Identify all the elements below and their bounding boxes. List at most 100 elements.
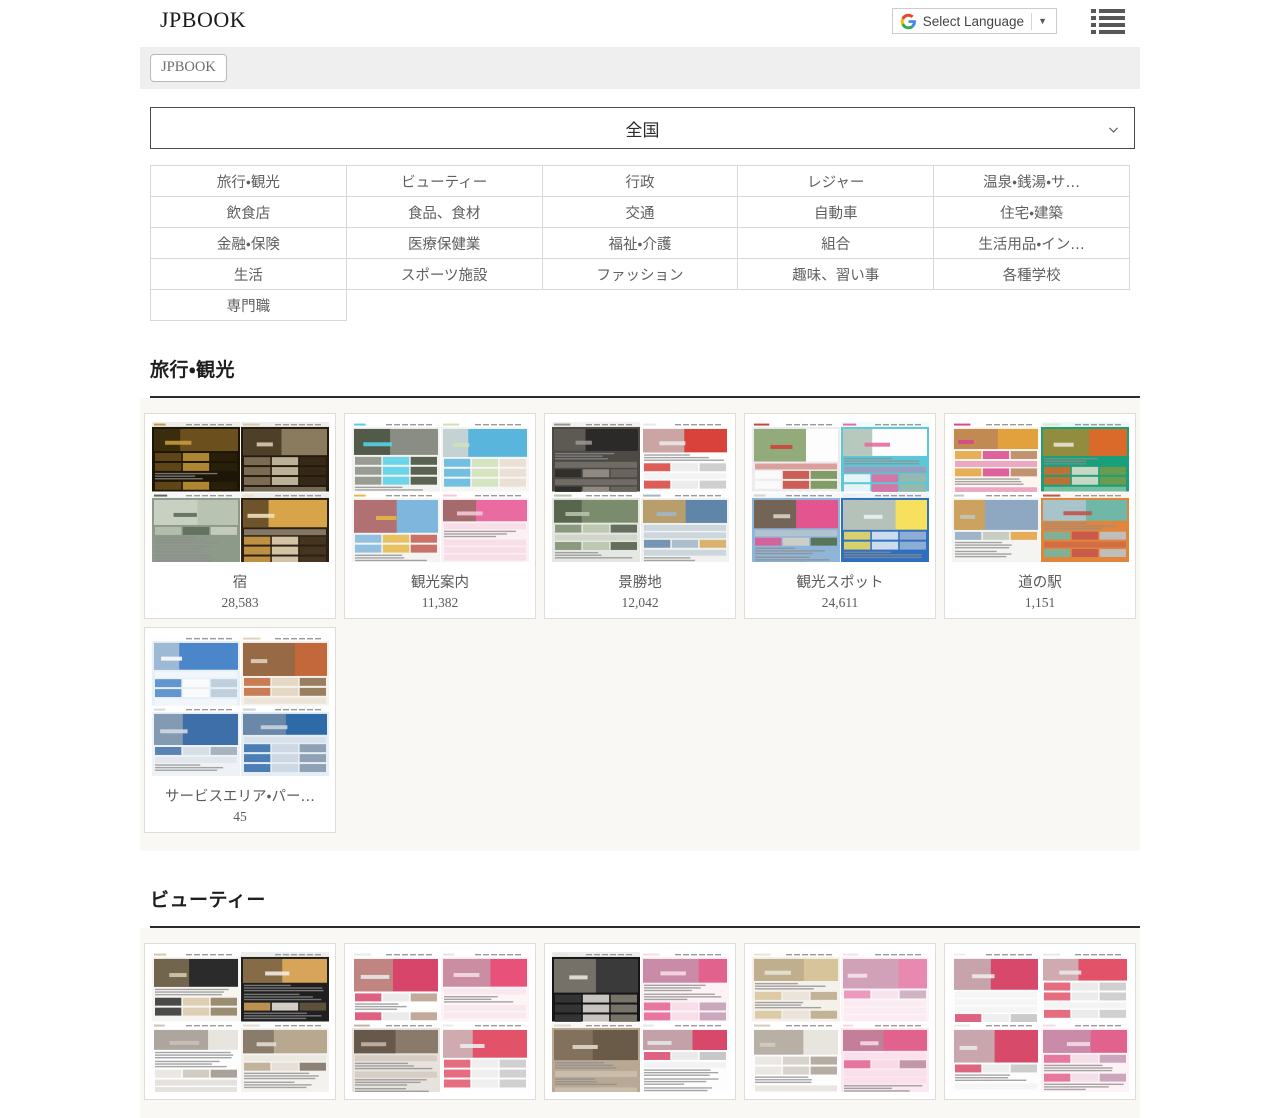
interior-photo-site: [552, 1023, 640, 1093]
category-card[interactable]: [344, 943, 536, 1100]
category-card[interactable]: 観光案内11,382: [344, 413, 536, 619]
dark-hero-site: [552, 952, 640, 1022]
region-select[interactable]: 全国: [150, 107, 1135, 149]
card-label: 景勝地: [552, 571, 728, 592]
category-cell[interactable]: 旅行・観光: [151, 166, 347, 197]
menu-bullet: [1091, 9, 1096, 13]
category-cell[interactable]: 福祉・介護: [542, 228, 738, 259]
category-table-body: 旅行・観光 ビューティー 行政 レジャー 温泉・銭湯・サ… 飲食店 食品、食材 …: [151, 166, 1130, 321]
menu-row: [1091, 9, 1125, 13]
empty-cell: [738, 290, 934, 321]
cards-panel: [140, 928, 1140, 1118]
pink-catalog-site: [1041, 1023, 1129, 1093]
section-header: 旅行・観光: [150, 355, 1140, 398]
chevron-down-icon: [1107, 123, 1120, 136]
card-label: 道の駅: [952, 571, 1128, 592]
hair-catalog-site: [352, 952, 440, 1022]
menu-bullet: [1091, 23, 1096, 27]
category-cell[interactable]: 組合: [738, 228, 934, 259]
category-card[interactable]: 道の駅 1,151: [944, 413, 1136, 619]
category-section: 旅行・観光宿 28,583 観光案内11,382 景勝地 12,042 観光スポット 24,…: [0, 355, 1280, 851]
roadside-station-site: [1041, 493, 1129, 563]
table-row: 金融・保険 医療保健業 福祉・介護 組合 生活用品・イン…: [151, 228, 1130, 259]
card-thumbnail-grid: [352, 952, 529, 1092]
category-card[interactable]: サービスエリア・パー…45: [144, 627, 336, 833]
category-cell[interactable]: 生活: [151, 259, 347, 290]
card-count: 28,583: [152, 595, 328, 611]
translate-caret-icon[interactable]: ▼: [1032, 17, 1050, 26]
category-cell[interactable]: 各種学校: [934, 259, 1130, 290]
white-product-site: [752, 1023, 840, 1093]
category-cell[interactable]: スポーツ施設: [346, 259, 542, 290]
salon-logo-site: [152, 952, 240, 1022]
category-cell[interactable]: 交通: [542, 197, 738, 228]
pink-beauty-site: [641, 952, 729, 1022]
site-brand[interactable]: JPBOOK: [160, 7, 246, 33]
category-cell[interactable]: 住宅・建築: [934, 197, 1130, 228]
category-card[interactable]: [144, 943, 336, 1100]
category-card[interactable]: 景勝地 12,042: [544, 413, 736, 619]
list-menu-icon[interactable]: [1091, 8, 1125, 34]
menu-bullet: [1091, 16, 1096, 20]
category-card[interactable]: [544, 943, 736, 1100]
dark-banner-site: [241, 952, 329, 1022]
card-thumbnail-grid: [552, 952, 729, 1092]
category-cell[interactable]: 温泉・銭湯・サ…: [934, 166, 1130, 197]
section-title: 旅行・観光: [150, 355, 1140, 382]
menu-line: [1099, 30, 1125, 34]
card-thumbnail-grid: [952, 952, 1129, 1092]
card-thumbnail-grid: [352, 422, 529, 562]
sections-container: 旅行・観光宿 28,583 観光案内11,382 景勝地 12,042 観光スポット 24,…: [0, 355, 1280, 1118]
category-cell[interactable]: レジャー: [738, 166, 934, 197]
highway-map-site: [241, 707, 329, 777]
category-card[interactable]: [944, 943, 1136, 1100]
category-section: ビューティー: [0, 885, 1280, 1118]
category-cell[interactable]: 飲食店: [151, 197, 347, 228]
menu-row: [1091, 16, 1125, 20]
category-cell[interactable]: 趣味、習い事: [738, 259, 934, 290]
breadcrumb-item-jpbook[interactable]: JPBOOK: [150, 54, 227, 82]
category-cell[interactable]: 生活用品・イン…: [934, 228, 1130, 259]
region-select-value: 全国: [626, 116, 660, 141]
table-row: 飲食店 食品、食材 交通 自動車 住宅・建築: [151, 197, 1130, 228]
card-thumbnail-grid: [552, 422, 729, 562]
category-cell[interactable]: 金融・保険: [151, 228, 347, 259]
beauty-white-site: [152, 1023, 240, 1093]
card-thumbnail-grid: [152, 636, 329, 776]
category-card[interactable]: [744, 943, 936, 1100]
category-card[interactable]: 観光スポット 24,611: [744, 413, 936, 619]
category-cell[interactable]: 食品、食材: [346, 197, 542, 228]
snow-monkey-site: [352, 422, 440, 492]
pink-flowers-house: [752, 493, 840, 563]
card-count: 11,382: [352, 595, 528, 611]
category-card[interactable]: 宿 28,583: [144, 413, 336, 619]
shop-promo-site: [952, 422, 1040, 492]
card-count: 12,042: [552, 595, 728, 611]
site-header: JPBOOK Select Language ▼: [0, 0, 1280, 47]
section-title: ビューティー: [150, 885, 1140, 912]
translate-label: Select Language: [923, 14, 1031, 29]
menu-row: [1091, 30, 1125, 34]
ryokan-night-exterior: [152, 422, 240, 492]
category-cell[interactable]: 医療保健業: [346, 228, 542, 259]
card-thumbnail-grid: [152, 952, 329, 1092]
empty-cell: [934, 290, 1130, 321]
card-label: 宿: [152, 571, 328, 592]
flower-field-site: [441, 422, 529, 492]
google-translate-widget[interactable]: Select Language ▼: [892, 8, 1057, 34]
shop-detail-site: [641, 1023, 729, 1093]
card-thumbnail-grid: [152, 422, 329, 562]
category-table: 旅行・観光 ビューティー 行政 レジャー 温泉・銭湯・サ… 飲食店 食品、食材 …: [150, 165, 1130, 321]
category-cell[interactable]: 専門職: [151, 290, 347, 321]
nail-salon-site: [841, 952, 929, 1022]
card-count: 24,611: [752, 595, 928, 611]
pink-event-site: [441, 493, 529, 563]
category-cell[interactable]: 行政: [542, 166, 738, 197]
card-label: 観光スポット: [752, 571, 928, 592]
region-select-wrapper: 全国: [150, 107, 1135, 149]
card-count: 1,151: [952, 595, 1128, 611]
category-cell[interactable]: ビューティー: [346, 166, 542, 197]
garden-photo-site: [552, 493, 640, 563]
category-cell[interactable]: ファッション: [542, 259, 738, 290]
category-cell[interactable]: 自動車: [738, 197, 934, 228]
